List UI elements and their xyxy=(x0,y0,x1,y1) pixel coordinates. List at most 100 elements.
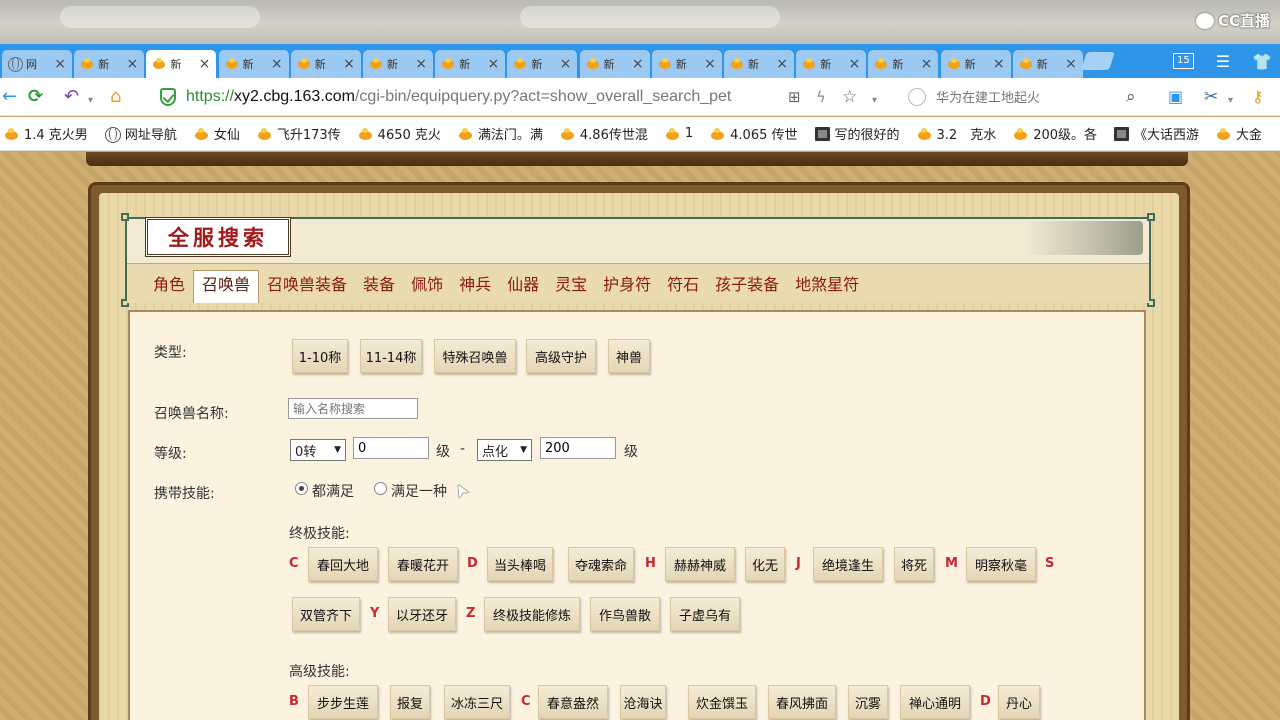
type-button[interactable]: 特殊召唤兽 xyxy=(434,339,516,373)
url-bar[interactable]: https://xy2.cbg.163.com/cgi-bin/equipque… xyxy=(150,83,896,111)
type-button[interactable]: 神兽 xyxy=(608,339,650,373)
bookmark-item[interactable]: 1.4 克火男 xyxy=(4,124,88,143)
radio-any-skill[interactable] xyxy=(374,482,387,495)
browser-tab[interactable]: 网 × xyxy=(2,50,72,78)
category-tab[interactable]: 护身符 xyxy=(595,275,659,303)
close-icon[interactable]: × xyxy=(199,56,211,72)
skill-button[interactable]: 春意盎然 xyxy=(538,685,608,719)
browser-tab[interactable]: 新 × xyxy=(868,50,939,78)
bookmark-item[interactable]: 满法门。满 xyxy=(458,124,543,143)
close-icon[interactable]: × xyxy=(126,56,138,72)
skill-button[interactable]: 赫赫神威 xyxy=(665,547,735,581)
skill-button[interactable]: 沧海诀 xyxy=(620,685,666,719)
close-icon[interactable]: × xyxy=(560,56,572,72)
browser-tab[interactable]: 新 × xyxy=(507,50,578,78)
level-min-input[interactable] xyxy=(353,437,429,459)
radio-all-skills[interactable] xyxy=(295,482,308,495)
bookmark-item[interactable]: 网址导航 xyxy=(104,124,177,143)
bookmark-item[interactable]: 4.065 传世 xyxy=(710,124,798,143)
tools-icon[interactable]: ✂ xyxy=(1204,86,1218,108)
browser-tab[interactable]: 新 × xyxy=(363,50,433,78)
skill-button[interactable]: 丹心 xyxy=(998,685,1040,719)
close-icon[interactable]: × xyxy=(848,56,860,72)
browser-tab[interactable]: 新 × xyxy=(796,50,867,78)
skill-button[interactable]: 春暖花开 xyxy=(388,547,458,581)
shirt-icon[interactable]: 👕 xyxy=(1252,52,1272,71)
search-icon[interactable]: ⌕ xyxy=(1126,86,1136,108)
browser-tab[interactable]: 新 × xyxy=(940,50,1011,78)
skill-button[interactable]: 冰冻三尺 xyxy=(444,685,510,719)
skill-button[interactable]: 禅心通明 xyxy=(900,685,970,719)
new-tab-button[interactable] xyxy=(1081,52,1115,70)
browser-tab[interactable]: 新 × xyxy=(1012,50,1083,78)
skill-button[interactable]: 夺魂索命 xyxy=(568,547,634,581)
browser-tab[interactable]: 新 × xyxy=(435,50,506,78)
close-icon[interactable]: × xyxy=(632,56,644,72)
close-icon[interactable]: × xyxy=(776,56,788,72)
category-tab[interactable]: 角色 xyxy=(145,275,193,303)
type-button[interactable]: 1-10称 xyxy=(292,339,348,373)
browser-tab[interactable]: 新 × xyxy=(579,50,650,78)
category-tab[interactable]: 佩饰 xyxy=(403,275,451,303)
bookmark-item[interactable]: 《大话西游 xyxy=(1114,124,1199,143)
category-tab[interactable]: 灵宝 xyxy=(547,275,595,303)
chevron-down-icon[interactable]: ▾ xyxy=(1228,90,1233,112)
browser-tab[interactable]: 新 × xyxy=(146,50,217,78)
type-button[interactable]: 11-14称 xyxy=(360,339,422,373)
menu-icon[interactable]: ☰ xyxy=(1216,52,1230,71)
pet-name-input[interactable] xyxy=(288,398,418,419)
skill-button[interactable]: 绝境逢生 xyxy=(813,547,883,581)
close-icon[interactable]: × xyxy=(415,56,427,72)
search-box[interactable] xyxy=(908,83,1148,111)
skill-button[interactable]: 终极技能修炼 xyxy=(484,597,580,631)
category-tab[interactable]: 地煞星符 xyxy=(787,275,867,303)
level-max-input[interactable] xyxy=(540,437,616,459)
category-tab[interactable]: 召唤兽装备 xyxy=(259,275,355,303)
category-tab[interactable]: 装备 xyxy=(355,275,403,303)
category-tab[interactable]: 召唤兽 xyxy=(193,270,260,303)
bookmark-item[interactable]: 飞升173传 xyxy=(257,124,341,143)
close-icon[interactable]: × xyxy=(271,56,283,72)
bookmark-item[interactable]: 女仙 xyxy=(194,124,240,143)
home-icon[interactable]: ⌂ xyxy=(110,86,121,108)
close-icon[interactable]: × xyxy=(1065,56,1077,72)
lightning-icon[interactable]: ϟ xyxy=(816,86,826,108)
chevron-down-icon[interactable]: ▾ xyxy=(872,90,877,112)
skill-button[interactable]: 双管齐下 xyxy=(292,597,360,631)
browser-tab[interactable]: 新 × xyxy=(651,50,722,78)
skill-button[interactable]: 子虚乌有 xyxy=(670,597,740,631)
skill-button[interactable]: 明察秋毫 xyxy=(966,547,1036,581)
browser-tab[interactable]: 新 × xyxy=(724,50,794,78)
skill-button[interactable]: 炊金馔玉 xyxy=(688,685,756,719)
refresh-icon[interactable]: ⟳ xyxy=(28,86,43,108)
skill-button[interactable]: 将死 xyxy=(894,547,934,581)
bookmark-item[interactable]: 4.86传世混 xyxy=(560,124,648,143)
category-tab[interactable]: 仙器 xyxy=(499,275,547,303)
category-tab[interactable]: 孩子装备 xyxy=(707,275,787,303)
bookmark-item[interactable]: 200级。各 xyxy=(1013,124,1097,143)
browser-tab[interactable]: 新 × xyxy=(74,50,145,78)
type-button[interactable]: 高级守护 xyxy=(526,339,596,373)
skill-button[interactable]: 春风拂面 xyxy=(768,685,836,719)
level-max-select[interactable]: 点化 ▼ xyxy=(477,439,532,461)
chevron-down-icon[interactable]: ▾ xyxy=(88,90,93,112)
browser-tab[interactable]: 新 × xyxy=(218,50,289,78)
close-icon[interactable]: × xyxy=(487,56,499,72)
skill-button[interactable]: 作鸟兽散 xyxy=(590,597,660,631)
browser-tab[interactable]: 新 × xyxy=(290,50,361,78)
close-icon[interactable]: × xyxy=(54,56,66,72)
extension-icon[interactable]: ▣ xyxy=(1168,86,1183,108)
category-tab[interactable]: 符石 xyxy=(659,275,707,303)
skill-button[interactable]: 当头棒喝 xyxy=(487,547,553,581)
star-icon[interactable]: ☆ xyxy=(842,86,857,108)
url-text[interactable]: https://xy2.cbg.163.com/cgi-bin/equipque… xyxy=(186,88,731,106)
level-min-select[interactable]: 0转 ▼ xyxy=(290,439,346,461)
skill-button[interactable]: 步步生莲 xyxy=(308,685,378,719)
back-icon[interactable]: ← xyxy=(2,86,17,108)
skill-button[interactable]: 化无 xyxy=(745,547,785,581)
close-icon[interactable]: × xyxy=(343,56,355,72)
skill-button[interactable]: 沉雾 xyxy=(848,685,888,719)
search-input[interactable] xyxy=(936,89,1126,105)
category-tab[interactable]: 神兵 xyxy=(451,275,499,303)
skill-button[interactable]: 以牙还牙 xyxy=(388,597,456,631)
